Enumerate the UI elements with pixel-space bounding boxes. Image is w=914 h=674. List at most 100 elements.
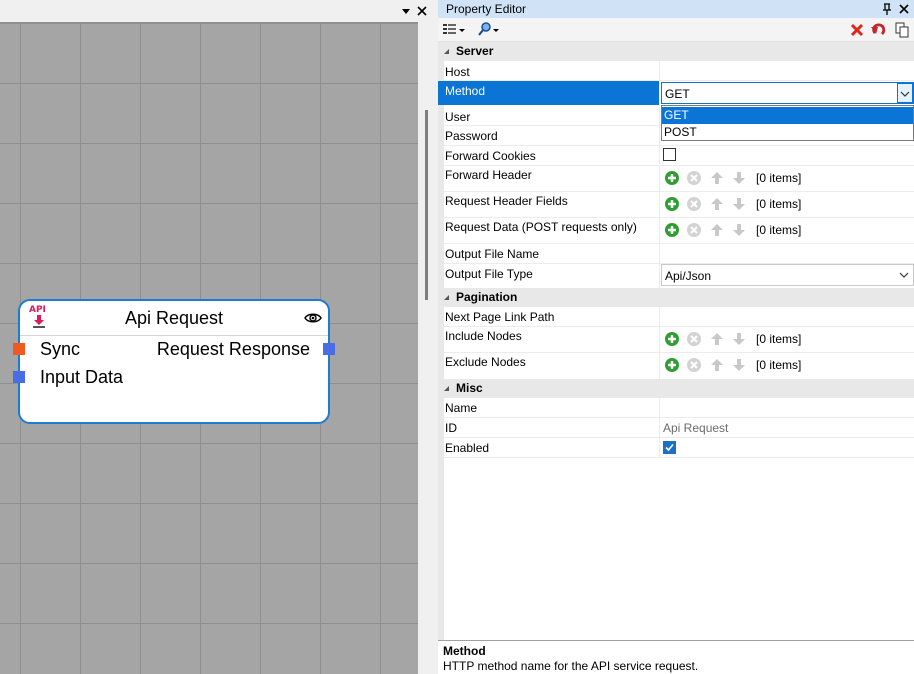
collection-count: [0 items]	[756, 358, 802, 372]
remove-item-icon[interactable]	[686, 196, 702, 212]
move-up-icon[interactable]	[709, 170, 725, 186]
enabled-checkbox[interactable]	[663, 441, 676, 454]
collapse-triangle-icon[interactable]	[443, 48, 450, 55]
remove-item-icon[interactable]	[686, 222, 702, 238]
move-up-icon[interactable]	[709, 331, 725, 347]
close-icon[interactable]	[414, 3, 430, 19]
property-row-next-page-link-path[interactable]: Next Page Link Path	[438, 307, 914, 327]
sync-input-port[interactable]	[13, 343, 25, 355]
categorized-view-icon[interactable]	[442, 21, 466, 38]
move-up-icon[interactable]	[709, 196, 725, 212]
property-row-exclude-nodes[interactable]: Exclude Nodes [0 items]	[438, 353, 914, 379]
add-item-icon[interactable]	[664, 331, 680, 347]
chevron-down-icon[interactable]	[897, 83, 913, 103]
property-row-name[interactable]: Name	[438, 398, 914, 418]
property-name: Password	[445, 129, 498, 143]
delete-icon[interactable]	[849, 21, 865, 38]
category-server[interactable]: Server	[438, 42, 914, 61]
property-name: Enabled	[445, 441, 490, 455]
method-option-get[interactable]: GET	[662, 107, 913, 124]
property-description-panel: Method HTTP method name for the API serv…	[438, 640, 914, 674]
chevron-down-icon[interactable]	[897, 265, 913, 285]
collection-count: [0 items]	[756, 223, 802, 237]
move-down-icon[interactable]	[731, 357, 747, 373]
api-request-node[interactable]: API Api Request Sync Input Data Request …	[13, 299, 335, 424]
move-up-icon[interactable]	[709, 357, 725, 373]
node-graph-canvas[interactable]: API Api Request Sync Input Data Request …	[0, 22, 418, 674]
chevron-down-icon[interactable]	[398, 3, 414, 19]
collapse-triangle-icon[interactable]	[443, 385, 450, 392]
property-editor-toolbar	[438, 18, 914, 42]
property-name: Forward Header	[445, 168, 532, 182]
move-down-icon[interactable]	[731, 331, 747, 347]
dropdown-value: GET	[665, 87, 690, 101]
eye-icon[interactable]	[304, 311, 322, 325]
scrollbar-thumb[interactable]	[425, 110, 428, 300]
remove-item-icon[interactable]	[686, 170, 702, 186]
property-name: Forward Cookies	[445, 149, 536, 163]
undo-icon[interactable]	[870, 21, 888, 38]
forward-cookies-checkbox[interactable]	[663, 148, 676, 161]
add-item-icon[interactable]	[664, 357, 680, 373]
input-data-port-label: Input Data	[40, 367, 124, 387]
sync-port-label: Sync	[40, 339, 81, 359]
add-item-icon[interactable]	[664, 170, 680, 186]
move-up-icon[interactable]	[709, 222, 725, 238]
property-grid: Server Host Method GET User Password For…	[438, 42, 914, 640]
move-down-icon[interactable]	[731, 196, 747, 212]
add-item-icon[interactable]	[664, 196, 680, 212]
node-title: Api Request	[124, 308, 224, 328]
output-file-type-dropdown[interactable]: Api/Json	[661, 264, 914, 286]
copy-icon[interactable]	[894, 21, 910, 38]
property-row-include-nodes[interactable]: Include Nodes [0 items]	[438, 327, 914, 353]
add-item-icon[interactable]	[664, 222, 680, 238]
move-down-icon[interactable]	[731, 170, 747, 186]
dropdown-value: Api/Json	[665, 269, 712, 283]
property-row-id[interactable]: ID Api Request	[438, 418, 914, 438]
graph-canvas-panel: API Api Request Sync Input Data Request …	[0, 0, 432, 674]
description-text: HTTP method name for the API service req…	[443, 659, 699, 673]
property-row-output-file-type[interactable]: Output File Type Api/Json	[438, 264, 914, 288]
property-row-enabled[interactable]: Enabled	[438, 438, 914, 458]
collection-count: [0 items]	[756, 197, 802, 211]
property-row-host[interactable]: Host	[438, 61, 914, 81]
description-title: Method	[443, 644, 486, 658]
node-header: API Api Request	[20, 301, 328, 336]
panel-title: Property Editor	[446, 2, 527, 16]
remove-item-icon[interactable]	[686, 357, 702, 373]
method-dropdown[interactable]: GET	[661, 82, 914, 104]
property-name: Output File Name	[445, 247, 540, 261]
method-option-post[interactable]: POST	[662, 124, 913, 141]
property-name: ID	[445, 421, 457, 435]
property-editor-panel: Property Editor Server Host Method GET U…	[438, 0, 914, 674]
category-pagination[interactable]: Pagination	[438, 288, 914, 307]
property-row-output-file-name[interactable]: Output File Name	[438, 244, 914, 264]
canvas-topbar	[0, 0, 432, 22]
id-value: Api Request	[663, 421, 729, 435]
property-name: Request Header Fields	[445, 194, 568, 208]
property-name: Next Page Link Path	[445, 310, 555, 324]
property-row-method[interactable]: Method GET	[438, 81, 914, 105]
property-name: User	[445, 110, 471, 124]
property-row-forward-header[interactable]: Forward Header [0 items]	[438, 166, 914, 192]
category-misc[interactable]: Misc	[438, 379, 914, 398]
property-row-forward-cookies[interactable]: Forward Cookies	[438, 146, 914, 166]
method-dropdown-list[interactable]: GET POST	[661, 105, 914, 141]
property-name: Host	[445, 65, 470, 79]
property-row-request-header-fields[interactable]: Request Header Fields [0 items]	[438, 192, 914, 218]
collection-count: [0 items]	[756, 171, 802, 185]
collapse-triangle-icon[interactable]	[443, 294, 450, 301]
property-editor-titlebar: Property Editor	[438, 0, 914, 18]
move-down-icon[interactable]	[731, 222, 747, 238]
property-row-request-data[interactable]: Request Data (POST requests only) [0 ite…	[438, 218, 914, 244]
property-name: Request Data (POST requests only)	[445, 220, 637, 234]
pin-icon[interactable]	[880, 1, 894, 17]
request-response-port-label: Request Response	[156, 339, 310, 359]
close-icon[interactable]	[897, 1, 911, 17]
input-data-port[interactable]	[13, 371, 25, 383]
remove-item-icon[interactable]	[686, 331, 702, 347]
request-response-output-port[interactable]	[323, 343, 335, 355]
canvas-vertical-scrollbar[interactable]	[418, 22, 432, 674]
row-separator	[444, 457, 914, 458]
search-icon[interactable]	[476, 21, 502, 38]
